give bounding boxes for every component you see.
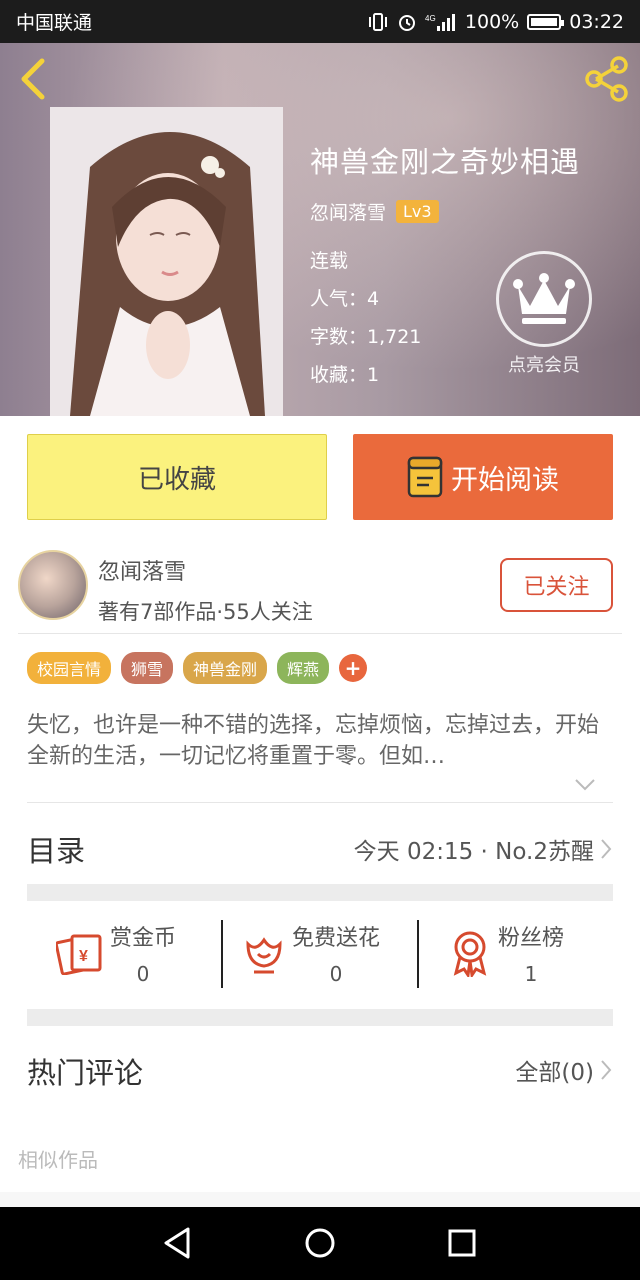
home-circle-icon[interactable] [300,1225,340,1261]
similar-works-title: 相似作品 [18,1148,98,1172]
recents-square-icon[interactable] [442,1225,482,1261]
collected-button[interactable]: 已收藏 [27,434,327,520]
writer-avatar[interactable] [18,550,88,620]
book-word-count: 字数：1,721 [310,326,422,348]
catalog-latest[interactable]: 今天 02:15 · No.2苏醒 [354,832,612,866]
vibrate-icon [368,12,387,31]
fan-ranking[interactable]: 粉丝榜 1 [448,912,564,994]
chevron-down-icon[interactable] [574,778,596,792]
chevron-right-icon [601,839,612,859]
catalog-latest-label: 今天 02:15 · No.2苏醒 [353,839,594,865]
clock: 03:22 [569,10,624,33]
section-separator [27,1009,613,1026]
divider [27,802,613,803]
all-comments-label: 全部(0) [515,1060,594,1086]
chevron-right-icon [601,1060,612,1080]
all-comments-link[interactable]: 全部(0) [515,1053,612,1087]
catalog-title[interactable]: 目录 [27,828,85,870]
follow-button[interactable]: 已关注 [500,558,613,612]
vip-circle [496,251,592,347]
book-icon [407,456,443,498]
cover-illustration [50,107,283,416]
book-title: 神兽金刚之奇妙相遇 [310,145,581,179]
crown-icon [513,273,575,324]
fans-text: 粉丝榜 1 [498,920,564,986]
vip-button[interactable]: 点亮会员 [492,251,596,377]
book-status: 连载 [310,250,349,272]
flowers-value: 0 [329,962,343,986]
start-reading-button[interactable]: 开始阅读 [353,434,613,520]
reward-value: 0 [136,962,150,986]
stat-separator [221,920,223,988]
tag-list: 校园言情 狮雪 神兽金刚 辉燕 + [27,652,368,684]
red-envelope-icon: ¥ [56,934,102,975]
add-tag-button[interactable]: + [339,654,368,682]
book-author-row: 忽闻落雪 Lv3 [310,198,439,225]
fans-label: 粉丝榜 [498,926,565,951]
fans-value: 1 [524,962,538,986]
book-author[interactable]: 忽闻落雪 [310,198,386,225]
flowers-label: 免费送花 [292,926,381,951]
tag-item[interactable]: 狮雪 [121,652,174,684]
start-reading-label: 开始阅读 [451,464,559,496]
back-triangle-icon[interactable] [158,1225,198,1261]
book-description[interactable]: 失忆，也许是一种不错的选择，忘掉烦恼，忘掉过去，开始全新的生活，一切记忆将重置于… [27,710,607,772]
status-bar: 中国联通 4G 100% 03:22 [0,0,640,43]
tag-item[interactable]: 神兽金刚 [183,652,268,684]
level-badge: Lv3 [396,200,439,223]
medal-icon [453,931,487,977]
reward-text: 赏金币 0 [110,920,176,986]
flower-icon [246,937,282,974]
book-cover[interactable] [50,107,283,416]
battery-percent: 100% [464,10,520,33]
section-separator [27,884,613,901]
stat-separator [417,920,419,988]
reward-coins[interactable]: ¥ 赏金币 0 [56,912,176,994]
free-flowers[interactable]: 免费送花 0 [242,912,380,994]
svg-text:4G: 4G [425,14,436,23]
vip-label: 点亮会员 [508,355,580,376]
alarm-icon [398,14,415,31]
writer-name[interactable]: 忽闻落雪 [98,554,186,586]
battery-icon [527,13,565,30]
signal-icon: 4G [425,13,455,31]
carrier: 中国联通 [16,12,93,34]
divider [18,633,622,634]
tag-item[interactable]: 辉燕 [277,652,330,684]
hot-comments-title: 热门评论 [27,1056,144,1090]
back-icon[interactable] [14,57,54,101]
writer-stats: 著有7部作品·55人关注 [98,600,313,624]
status-icons: 4G 100% 03:22 [367,11,624,33]
tag-item[interactable]: 校园言情 [27,652,112,684]
book-header: 神兽金刚之奇妙相遇 忽闻落雪 Lv3 连载 人气：4 字数：1,721 收藏：1… [0,43,640,416]
flowers-text: 免费送花 0 [292,920,380,986]
reward-label: 赏金币 [110,926,177,951]
book-popularity: 人气：4 [310,288,380,310]
book-favorites: 收藏：1 [310,364,380,386]
system-nav-bar [0,1207,640,1280]
book-details: 已收藏 开始阅读 忽闻落雪 著有7部作品·55人关注 已关注 校园言情 狮雪 神… [0,416,640,1192]
svg-text:¥: ¥ [79,948,88,965]
share-icon[interactable] [582,55,630,103]
